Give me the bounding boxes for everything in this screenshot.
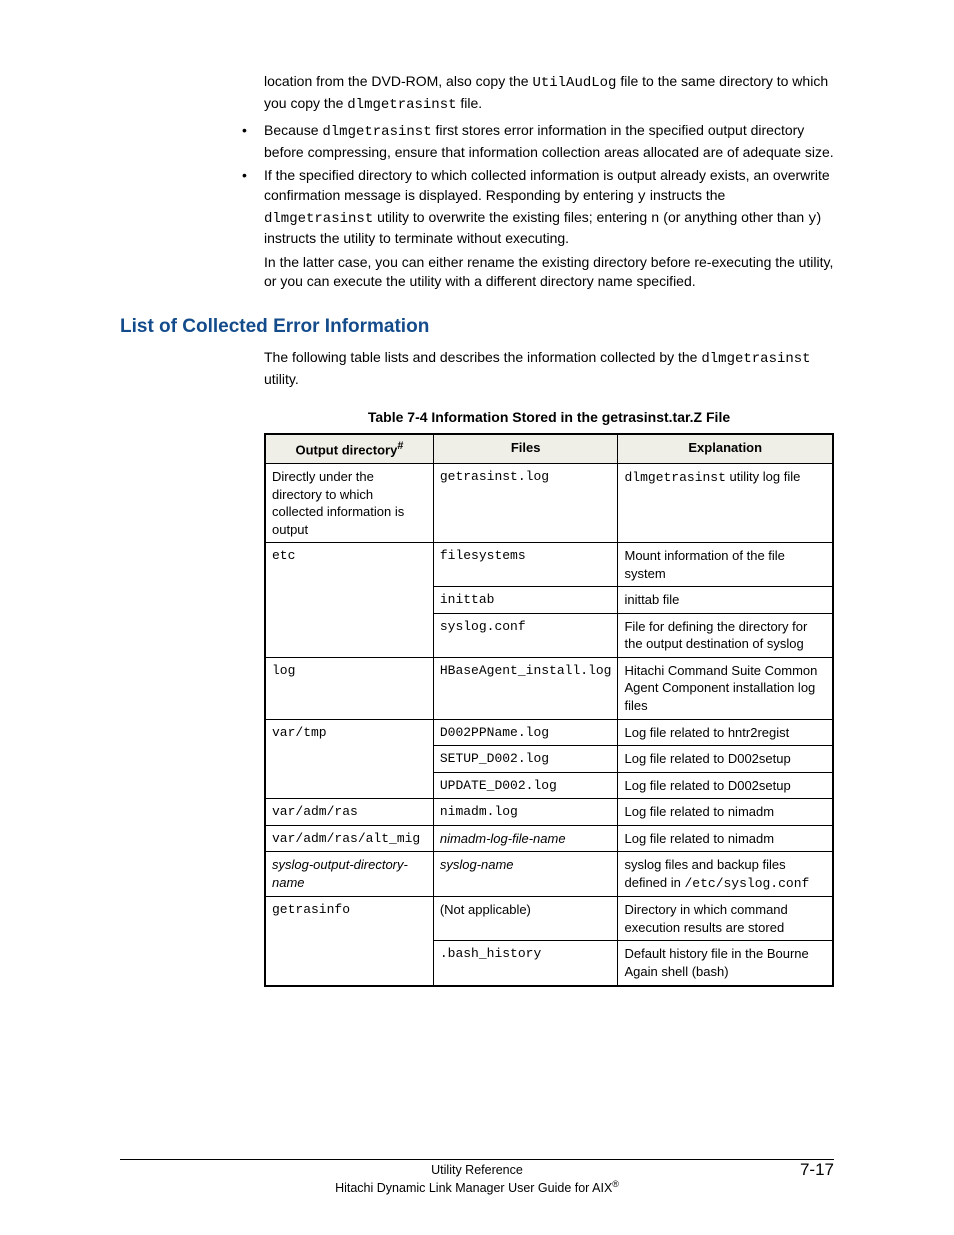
text: instructs the bbox=[646, 187, 725, 203]
table-row: var/adm/ras/alt_mignimadm-log-file-nameL… bbox=[265, 825, 833, 852]
table-cell-file: D002PPName.log bbox=[433, 719, 618, 746]
code-text: y bbox=[638, 189, 646, 205]
table-caption: Table 7-4 Information Stored in the getr… bbox=[264, 409, 834, 425]
table-cell-dir: getrasinfo bbox=[265, 897, 433, 986]
table-header-row: Output directory# Files Explanation bbox=[265, 434, 833, 463]
code-text: dlmgetrasinst bbox=[701, 351, 810, 367]
table-cell-dir: Directly under the directory to which co… bbox=[265, 464, 433, 543]
table-cell-dir: var/adm/ras/alt_mig bbox=[265, 825, 433, 852]
table-cell-file: syslog-name bbox=[433, 852, 618, 897]
table-cell-file: getrasinst.log bbox=[433, 464, 618, 543]
list-item: • If the specified directory to which co… bbox=[242, 166, 834, 292]
code-text: dlmgetrasinst bbox=[264, 211, 373, 227]
table-cell-dir: var/tmp bbox=[265, 719, 433, 799]
footer-row: Utility Reference 7-17 bbox=[120, 1163, 834, 1177]
footer-subtitle: Hitachi Dynamic Link Manager User Guide … bbox=[120, 1179, 834, 1195]
table-cell-exp: Hitachi Command Suite Common Agent Compo… bbox=[618, 657, 833, 719]
table-cell-file: inittab bbox=[433, 587, 618, 614]
registered-mark: ® bbox=[612, 1179, 619, 1189]
table-cell-exp: Log file related to nimadm bbox=[618, 799, 833, 826]
table-cell-file: nimadm-log-file-name bbox=[433, 825, 618, 852]
text: utility to overwrite the existing files;… bbox=[373, 209, 651, 225]
table-cell-dir: syslog-output-directory-name bbox=[265, 852, 433, 897]
table-cell-file: HBaseAgent_install.log bbox=[433, 657, 618, 719]
table-row: logHBaseAgent_install.logHitachi Command… bbox=[265, 657, 833, 719]
superscript: # bbox=[397, 440, 403, 452]
bullet-block: • Because dlmgetrasinst first stores err… bbox=[264, 121, 834, 292]
table-body: Directly under the directory to which co… bbox=[265, 464, 833, 986]
table-cell-file: .bash_history bbox=[433, 941, 618, 986]
sub-paragraph: In the latter case, you can either renam… bbox=[264, 253, 834, 292]
table-cell-file: nimadm.log bbox=[433, 799, 618, 826]
code-text: UtilAudLog bbox=[532, 75, 616, 91]
table-cell-exp: Mount information of the file system bbox=[618, 543, 833, 587]
table-cell-exp: Default history file in the Bourne Again… bbox=[618, 941, 833, 986]
table-cell-exp: syslog files and backup files defined in… bbox=[618, 852, 833, 897]
footer-rule bbox=[120, 1159, 834, 1160]
table-cell-exp: Log file related to hntr2regist bbox=[618, 719, 833, 746]
table-row: syslog-output-directory-namesyslog-names… bbox=[265, 852, 833, 897]
footer-title: Utility Reference bbox=[431, 1163, 523, 1177]
lead-block: The following table lists and describes … bbox=[264, 348, 834, 389]
code-text: dlmgetrasinst bbox=[322, 124, 431, 140]
table-cell-exp: Log file related to D002setup bbox=[618, 746, 833, 773]
info-table: Output directory# Files Explanation Dire… bbox=[264, 433, 834, 986]
text: location from the DVD-ROM, also copy the bbox=[264, 73, 532, 89]
table-cell-exp: inittab file bbox=[618, 587, 833, 614]
table-header: Files bbox=[433, 434, 618, 463]
bullet-icon: • bbox=[242, 166, 247, 186]
table-cell-file: UPDATE_D002.log bbox=[433, 772, 618, 799]
table-cell-dir: var/adm/ras bbox=[265, 799, 433, 826]
bullet-icon: • bbox=[242, 121, 247, 141]
text: Hitachi Dynamic Link Manager User Guide … bbox=[335, 1181, 612, 1195]
page: location from the DVD-ROM, also copy the… bbox=[0, 0, 954, 1235]
table-row: var/adm/rasnimadm.logLog file related to… bbox=[265, 799, 833, 826]
text: utility. bbox=[264, 371, 299, 387]
text: file. bbox=[457, 95, 483, 111]
table-block: Table 7-4 Information Stored in the getr… bbox=[264, 409, 834, 986]
table-cell-file: SETUP_D002.log bbox=[433, 746, 618, 773]
intro-block: location from the DVD-ROM, also copy the… bbox=[264, 72, 834, 115]
text: If the specified directory to which coll… bbox=[264, 167, 830, 203]
table-cell-exp: Directory in which command execution res… bbox=[618, 897, 833, 941]
section-heading: List of Collected Error Information bbox=[120, 316, 834, 338]
text: The following table lists and describes … bbox=[264, 349, 701, 365]
table-cell-file: syslog.conf bbox=[433, 613, 618, 657]
text: Output directory bbox=[295, 442, 397, 457]
text: Because bbox=[264, 122, 322, 138]
table-row: etcfilesystemsMount information of the f… bbox=[265, 543, 833, 587]
table-cell-exp: Log file related to nimadm bbox=[618, 825, 833, 852]
table-cell-file: (Not applicable) bbox=[433, 897, 618, 941]
table-cell-exp: dlmgetrasinst utility log file bbox=[618, 464, 833, 543]
table-row: getrasinfo(Not applicable)Directory in w… bbox=[265, 897, 833, 941]
table-row: var/tmpD002PPName.logLog file related to… bbox=[265, 719, 833, 746]
table-cell-exp: Log file related to D002setup bbox=[618, 772, 833, 799]
text: (or anything other than bbox=[659, 209, 808, 225]
table-header: Explanation bbox=[618, 434, 833, 463]
bullet-list: • Because dlmgetrasinst first stores err… bbox=[264, 121, 834, 292]
code-text: dlmgetrasinst bbox=[347, 97, 456, 113]
page-number: 7-17 bbox=[800, 1160, 834, 1180]
table-cell-dir: etc bbox=[265, 543, 433, 658]
list-item: • Because dlmgetrasinst first stores err… bbox=[242, 121, 834, 162]
intro-paragraph: location from the DVD-ROM, also copy the… bbox=[264, 72, 834, 115]
table-cell-dir: log bbox=[265, 657, 433, 719]
table-header: Output directory# bbox=[265, 434, 433, 463]
table-row: Directly under the directory to which co… bbox=[265, 464, 833, 543]
page-footer: Utility Reference 7-17 Hitachi Dynamic L… bbox=[120, 1159, 834, 1195]
lead-paragraph: The following table lists and describes … bbox=[264, 348, 834, 389]
table-cell-file: filesystems bbox=[433, 543, 618, 587]
table-cell-exp: File for defining the directory for the … bbox=[618, 613, 833, 657]
